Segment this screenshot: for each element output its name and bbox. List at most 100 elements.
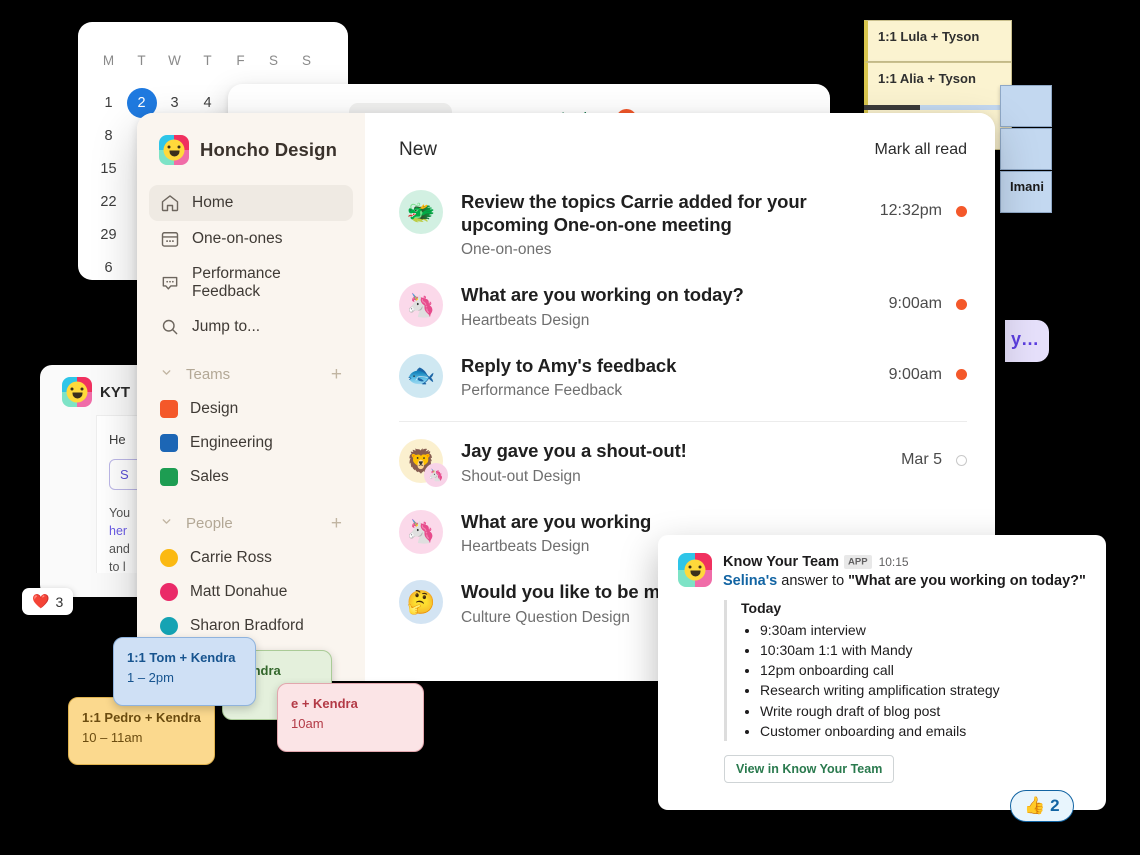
search-icon: [160, 317, 180, 337]
notification-subtitle: Shout-out Design: [461, 468, 883, 486]
calendar-weekday: M: [92, 44, 125, 77]
event-card-blue-2[interactable]: [1000, 128, 1052, 170]
meeting-chip-blue[interactable]: 1:1 Tom + Kendra 1 – 2pm: [113, 637, 256, 706]
avatar-emoji: 🦄: [407, 518, 436, 545]
meeting-chip-yellow[interactable]: 1:1 Pedro + Kendra 10 – 11am: [68, 697, 215, 765]
email-line: You: [109, 506, 130, 520]
sidebar-item-one-on-ones[interactable]: One-on-ones: [149, 221, 353, 257]
heart-reaction-count: 3: [55, 594, 63, 610]
calendar-day[interactable]: 15: [92, 153, 125, 186]
purple-notification-pill[interactable]: y…: [1005, 320, 1049, 362]
email-link[interactable]: her: [109, 524, 127, 538]
chevron-down-icon: [160, 515, 174, 532]
slack-answer-author[interactable]: Selina's: [723, 573, 777, 589]
notification-time: 9:00am: [889, 366, 942, 384]
unread-dot[interactable]: [956, 299, 967, 310]
sidebar-group-teams[interactable]: Teams +: [149, 363, 353, 386]
calendar-weekday: S: [290, 44, 323, 77]
thumbs-up-reaction-count: 2: [1050, 796, 1059, 816]
calendar-weekday: T: [125, 44, 158, 77]
event-card-alia-tyson[interactable]: 1:1 Alia + Tyson: [864, 62, 1012, 106]
notification-subtitle: Heartbeats Design: [461, 312, 871, 330]
sidebar: Honcho Design Home One-on-ones Performan…: [137, 113, 365, 681]
notification-title: Jay gave you a shout-out!: [461, 440, 687, 461]
avatar: 🤔: [399, 580, 443, 624]
kyt-logo-icon: [159, 135, 189, 165]
heart-reaction-pill[interactable]: ❤️ 3: [22, 588, 73, 615]
sidebar-group-label: People: [186, 515, 233, 532]
add-team-button[interactable]: +: [331, 365, 342, 384]
unread-dot[interactable]: [956, 369, 967, 380]
notification-text: What are you working on today? Heartbeat…: [461, 283, 871, 330]
sidebar-item-home[interactable]: Home: [149, 185, 353, 221]
email-title: KYT: [100, 384, 130, 401]
notification-time: 9:00am: [889, 295, 942, 313]
add-person-button[interactable]: +: [331, 514, 342, 533]
calendar-day[interactable]: 8: [92, 120, 125, 153]
sidebar-item-performance-feedback[interactable]: Performance Feedback: [149, 257, 353, 309]
avatar-badge-icon: 🦄: [424, 463, 448, 487]
calendar-weekday: F: [224, 44, 257, 77]
notification-title: Review the topics Carrie added for your …: [461, 191, 807, 235]
notification-row[interactable]: 🐲 Review the topics Carrie added for you…: [399, 179, 967, 272]
sidebar-item-design[interactable]: Design: [149, 392, 353, 426]
notification-row[interactable]: 🐟 Reply to Amy's feedback Performance Fe…: [399, 343, 967, 414]
sidebar-item-carrie-ross[interactable]: Carrie Ross: [149, 541, 353, 575]
notification-text: Jay gave you a shout-out! Shout-out Desi…: [461, 439, 883, 486]
notification-meta: 9:00am: [889, 283, 967, 313]
email-line: to l: [109, 560, 126, 574]
event-card-lula-tyson[interactable]: 1:1 Lula + Tyson: [864, 20, 1012, 62]
notification-row[interactable]: 🦁 🦄 Jay gave you a shout-out! Shout-out …: [399, 428, 967, 499]
avatar-emoji: 🦄: [407, 292, 436, 319]
unread-dot[interactable]: [956, 206, 967, 217]
sidebar-item-engineering[interactable]: Engineering: [149, 426, 353, 460]
slack-quote-block: Today 9:30am interview 10:30am 1:1 with …: [724, 600, 1086, 741]
sidebar-item-label: Matt Donahue: [190, 583, 287, 601]
team-color-swatch: [160, 468, 178, 486]
sidebar-item-sales[interactable]: Sales: [149, 460, 353, 494]
sidebar-item-label: Sales: [190, 468, 229, 486]
meeting-chip-title: e + Kendra: [291, 694, 410, 714]
meeting-chip-title: 1:1 Pedro + Kendra: [82, 708, 201, 728]
sidebar-item-label: Engineering: [190, 434, 273, 452]
page-title: New: [399, 139, 437, 161]
thumbs-up-reaction-pill[interactable]: 👍 2: [1010, 790, 1074, 822]
sidebar-item-matt-donahue[interactable]: Matt Donahue: [149, 575, 353, 609]
mark-all-read-button[interactable]: Mark all read: [875, 141, 967, 159]
chevron-down-icon: [160, 366, 174, 383]
list-item: 9:30am interview: [760, 620, 1086, 640]
list-item: Customer onboarding and emails: [760, 721, 1086, 741]
calendar-day[interactable]: 22: [92, 186, 125, 219]
read-dot[interactable]: [956, 455, 967, 466]
sidebar-group-people[interactable]: People +: [149, 512, 353, 535]
list-item: Research writing amplification strategy: [760, 680, 1086, 700]
notification-row[interactable]: 🦄 What are you working on today? Heartbe…: [399, 272, 967, 343]
kyt-logo-icon: [678, 553, 712, 587]
notification-meta: Mar 5: [901, 439, 967, 469]
sidebar-group-label: Teams: [186, 366, 230, 383]
sidebar-item-jump-to[interactable]: Jump to...: [149, 309, 353, 345]
calendar-day[interactable]: 29: [92, 219, 125, 252]
sidebar-item-label: Performance Feedback: [192, 265, 342, 301]
slack-subject-mid: answer to: [777, 573, 848, 589]
calendar-icon: [160, 229, 180, 249]
list-item: Write rough draft of blog post: [760, 701, 1086, 721]
calendar-day[interactable]: 6: [92, 252, 125, 285]
notification-meta: 9:00am: [889, 354, 967, 384]
event-card-imani[interactable]: Imani: [1000, 171, 1052, 213]
meeting-chip-time: 1 – 2pm: [127, 670, 174, 685]
view-in-know-your-team-button[interactable]: View in Know Your Team: [724, 755, 894, 783]
slack-sender-line: Know Your TeamAPP10:15: [723, 553, 1086, 571]
workspace-brand[interactable]: Honcho Design: [137, 131, 365, 165]
calendar-weekday: W: [158, 44, 191, 77]
speech-bubble-icon: [160, 273, 180, 293]
meeting-chip-time: 10 – 11am: [82, 730, 142, 745]
slack-quote-heading: Today: [741, 600, 1086, 616]
person-color-dot: [160, 617, 178, 635]
calendar-day[interactable]: 1: [92, 87, 125, 120]
notification-title: What are you working on today?: [461, 284, 744, 305]
meeting-chip-pink[interactable]: e + Kendra 10am: [277, 683, 424, 752]
event-card-blue-1[interactable]: [1000, 85, 1052, 127]
heart-icon: ❤️: [32, 593, 49, 610]
screenshot-stage: M T W T F S S 1 2 3 4 8 15 22: [0, 0, 1140, 855]
